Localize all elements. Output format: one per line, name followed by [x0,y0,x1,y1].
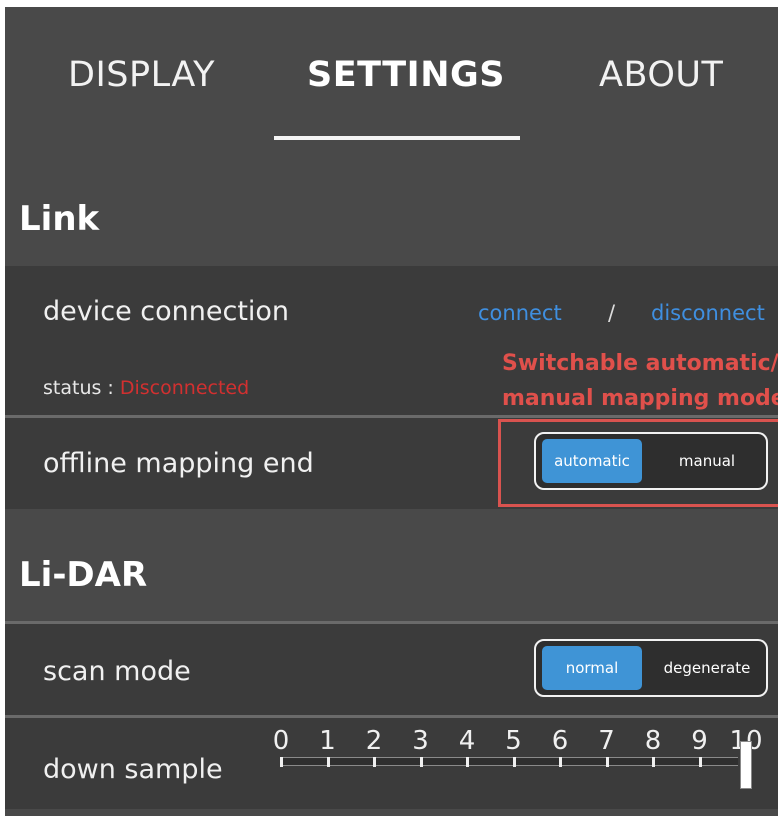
scale-label-5: 5 [505,726,522,756]
scale-tick [419,757,423,767]
active-tab-indicator [274,136,520,140]
connection-status: status : Disconnected [43,377,249,399]
down-sample-slider-thumb[interactable] [740,741,752,789]
scale-label-6: 6 [551,726,569,756]
tab-about[interactable]: ABOUT [599,55,723,95]
tab-display[interactable]: DISPLAY [68,55,215,95]
scan-mode-label: scan mode [43,656,191,687]
scale-tick [512,757,516,767]
scale-tick [466,757,469,767]
mapping-option-manual[interactable]: manual [652,439,762,483]
scan-option-normal[interactable]: normal [542,646,642,690]
scan-option-degenerate[interactable]: degenerate [652,646,762,690]
section-title-link: Link [19,199,100,239]
scale-label-9: 9 [691,726,708,756]
down-sample-label: down sample [43,754,223,785]
annotation-line-2: manual mapping mode [502,386,778,411]
scan-mode-toggle[interactable]: normal degenerate [534,639,768,697]
scale-label-8: 8 [644,726,662,756]
scale-tick [280,757,283,767]
status-label: status : [43,377,114,399]
scale-tick [698,757,702,767]
scale-label-4: 4 [458,726,476,756]
scale-tick [373,757,376,767]
mapping-mode-annotation: Switchable automatic/ manual mapping mod… [502,346,778,416]
link-separator: / [608,301,616,325]
scale-tick [605,757,609,767]
scale-label-2: 2 [365,726,383,756]
mapping-option-automatic[interactable]: automatic [542,439,642,483]
down-sample-slider-track[interactable] [282,757,738,766]
scale-tick [326,757,330,767]
scale-label-7: 7 [598,726,615,756]
status-value: Disconnected [119,377,250,399]
scale-label-0: 0 [272,726,290,756]
scale-tick [559,757,562,767]
mapping-mode-toggle[interactable]: automatic manual [534,432,768,490]
settings-screen: DISPLAY SETTINGS ABOUT Link device conne… [5,7,778,816]
scale-tick [652,757,655,767]
device-connection-label: device connection [43,296,290,327]
connect-link[interactable]: connect [478,301,562,325]
disconnect-link[interactable]: disconnect [651,301,765,325]
section-title-lidar: Li-DAR [19,555,148,595]
annotation-line-1: Switchable automatic/ [502,351,778,376]
scale-label-1: 1 [319,726,336,756]
tab-settings[interactable]: SETTINGS [307,55,505,95]
scale-label-3: 3 [412,726,429,756]
offline-mapping-label: offline mapping end [43,448,314,479]
